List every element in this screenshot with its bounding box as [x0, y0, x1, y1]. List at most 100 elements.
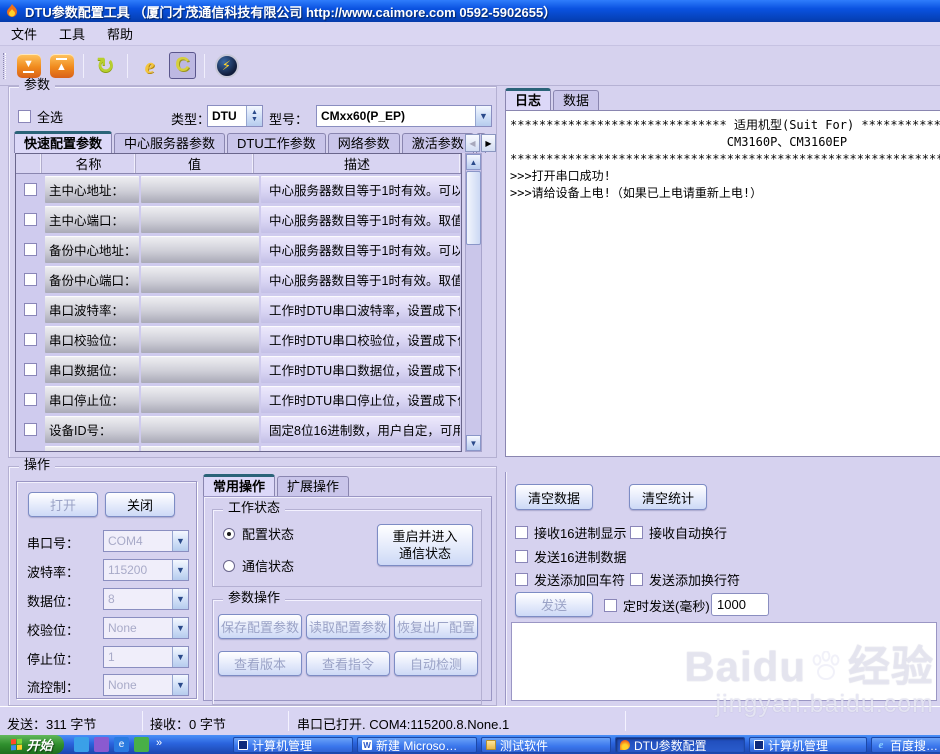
- row-value-field[interactable]: [141, 236, 259, 263]
- chevron-down-icon[interactable]: ▼: [172, 589, 188, 609]
- interval-input[interactable]: [711, 593, 769, 616]
- row-value-field[interactable]: [141, 266, 259, 293]
- tab-log[interactable]: 日志: [505, 88, 551, 110]
- radio-config-state[interactable]: [223, 528, 235, 540]
- row-value-field[interactable]: [141, 356, 259, 383]
- row-checkbox[interactable]: [24, 243, 37, 256]
- clear-stats-button[interactable]: 清空统计: [629, 484, 707, 510]
- scrollbar-thumb[interactable]: [466, 171, 481, 245]
- read-params-button[interactable]: ▼: [15, 52, 42, 79]
- caimore-tool-button[interactable]: C: [169, 52, 196, 79]
- menu-help[interactable]: 帮助: [96, 21, 144, 46]
- log-output[interactable]: ****************************** 适用机型(Suit…: [505, 110, 940, 457]
- taskbar-item-dtu-config[interactable]: DTU参数配置: [615, 737, 745, 753]
- tab-data[interactable]: 数据: [553, 90, 599, 110]
- auto-detect-button[interactable]: 自动检测: [394, 651, 478, 676]
- type-spinner[interactable]: DTU ▲▼: [207, 105, 263, 127]
- tx-hex-checkbox[interactable]: [515, 550, 528, 563]
- tab-common-ops[interactable]: 常用操作: [203, 474, 275, 496]
- tab-network[interactable]: 网络参数: [328, 133, 400, 153]
- row-value-field[interactable]: [141, 296, 259, 323]
- tab-quick-config[interactable]: 快速配置参数: [14, 131, 112, 153]
- tab-scroll-left-icon[interactable]: ◀: [465, 134, 480, 152]
- taskbar-item-computer-mgmt[interactable]: 计算机管理: [233, 737, 353, 753]
- tx-cr-checkbox[interactable]: [515, 573, 528, 586]
- tab-extended-ops[interactable]: 扩展操作: [277, 476, 349, 496]
- stopbits-dropdown[interactable]: 1 ▼: [103, 646, 189, 668]
- row-value-field[interactable]: [141, 176, 259, 203]
- tab-center-server[interactable]: 中心服务器参数: [114, 133, 225, 153]
- taskbar-item-baidu[interactable]: e 百度搜…: [871, 737, 940, 753]
- menu-file[interactable]: 文件: [0, 21, 48, 46]
- send-text-area[interactable]: [511, 622, 937, 701]
- row-checkbox[interactable]: [24, 303, 37, 316]
- baudrate-dropdown[interactable]: 115200 ▼: [103, 559, 189, 581]
- send-button[interactable]: 发送: [515, 592, 593, 617]
- chevron-down-icon[interactable]: ▼: [172, 560, 188, 580]
- tab-dtu-work[interactable]: DTU工作参数: [227, 133, 326, 153]
- quicklaunch-desktop-icon[interactable]: [74, 737, 89, 752]
- taskbar-item-test-folder[interactable]: 测试软件: [481, 737, 611, 753]
- restart-enter-comm-button[interactable]: 重启并进入 通信状态: [377, 524, 473, 566]
- open-port-button[interactable]: 打开: [28, 492, 98, 517]
- menu-tools[interactable]: 工具: [48, 21, 96, 46]
- refresh-button[interactable]: ↻: [92, 52, 119, 79]
- title-bar[interactable]: DTU参数配置工具 （厦门才茂通信科技有限公司 http://www.caimo…: [0, 0, 940, 22]
- quicklaunch-ie-icon[interactable]: e: [114, 737, 129, 752]
- view-commands-button[interactable]: 查看指令: [306, 651, 390, 676]
- quicklaunch-msn-icon[interactable]: [134, 737, 149, 752]
- model-dropdown[interactable]: CMxx60(P_EP) ▼: [316, 105, 492, 127]
- table-scrollbar[interactable]: ▲ ▼: [465, 153, 482, 452]
- row-value-field[interactable]: [141, 206, 259, 233]
- databits-dropdown[interactable]: 8 ▼: [103, 588, 189, 610]
- row-desc: 固定8位16进制数，用户自定，可用来…: [261, 416, 460, 443]
- row-value-field[interactable]: [141, 326, 259, 353]
- quicklaunch-player-icon[interactable]: [94, 737, 109, 752]
- spinner-arrows-icon[interactable]: ▲▼: [246, 106, 262, 126]
- row-checkbox[interactable]: [24, 213, 37, 226]
- com-port-dropdown[interactable]: COM4 ▼: [103, 530, 189, 552]
- scroll-down-icon[interactable]: ▼: [466, 435, 481, 451]
- radio-comm-state[interactable]: [223, 560, 235, 572]
- view-version-button[interactable]: 查看版本: [218, 651, 302, 676]
- messenger-button[interactable]: ⚡: [213, 52, 240, 79]
- ie-launch-button[interactable]: e: [136, 52, 163, 79]
- taskbar-item-word-doc[interactable]: W 新建 Microso…: [357, 737, 477, 753]
- chevron-down-icon[interactable]: ▼: [475, 106, 491, 126]
- chevron-down-icon[interactable]: ▼: [172, 647, 188, 667]
- chevron-down-icon[interactable]: ▼: [172, 675, 188, 695]
- save-config-button[interactable]: 保存配置参数: [218, 614, 302, 639]
- row-checkbox[interactable]: [24, 393, 37, 406]
- close-port-button[interactable]: 关闭: [105, 492, 175, 517]
- toolbar-grip[interactable]: [3, 53, 6, 79]
- timed-send-checkbox[interactable]: [604, 599, 617, 612]
- row-checkbox[interactable]: [24, 363, 37, 376]
- chevron-down-icon[interactable]: ▼: [172, 531, 188, 551]
- row-value-field[interactable]: [141, 416, 259, 443]
- rx-wrap-checkbox[interactable]: [630, 526, 643, 539]
- header-desc: 描述: [254, 154, 461, 173]
- chevron-down-icon[interactable]: ▼: [172, 618, 188, 638]
- rx-hex-checkbox[interactable]: [515, 526, 528, 539]
- row-checkbox[interactable]: [24, 183, 37, 196]
- rx-hex-option: 接收16进制显示: [515, 523, 626, 542]
- clear-data-button[interactable]: 清空数据: [515, 484, 593, 510]
- parity-dropdown[interactable]: None ▼: [103, 617, 189, 639]
- row-checkbox[interactable]: [24, 273, 37, 286]
- row-value-field[interactable]: [141, 446, 259, 452]
- quicklaunch-overflow-chevron[interactable]: »: [156, 737, 162, 749]
- tx-lf-checkbox[interactable]: [630, 573, 643, 586]
- flowcontrol-dropdown[interactable]: None ▼: [103, 674, 189, 696]
- start-button[interactable]: 开始: [0, 735, 64, 754]
- tab-activate[interactable]: 激活参数: [402, 133, 474, 153]
- scroll-up-icon[interactable]: ▲: [466, 154, 481, 170]
- write-params-button[interactable]: ▲: [48, 52, 75, 79]
- row-checkbox[interactable]: [24, 333, 37, 346]
- tab-scroll-right-icon[interactable]: ▶: [481, 134, 496, 152]
- row-value-field[interactable]: [141, 386, 259, 413]
- read-config-button[interactable]: 读取配置参数: [306, 614, 390, 639]
- select-all-checkbox[interactable]: [18, 110, 31, 123]
- taskbar-item-computer-mgmt-2[interactable]: 计算机管理: [749, 737, 867, 753]
- row-checkbox[interactable]: [24, 423, 37, 436]
- factory-reset-button[interactable]: 恢复出厂配置: [394, 614, 478, 639]
